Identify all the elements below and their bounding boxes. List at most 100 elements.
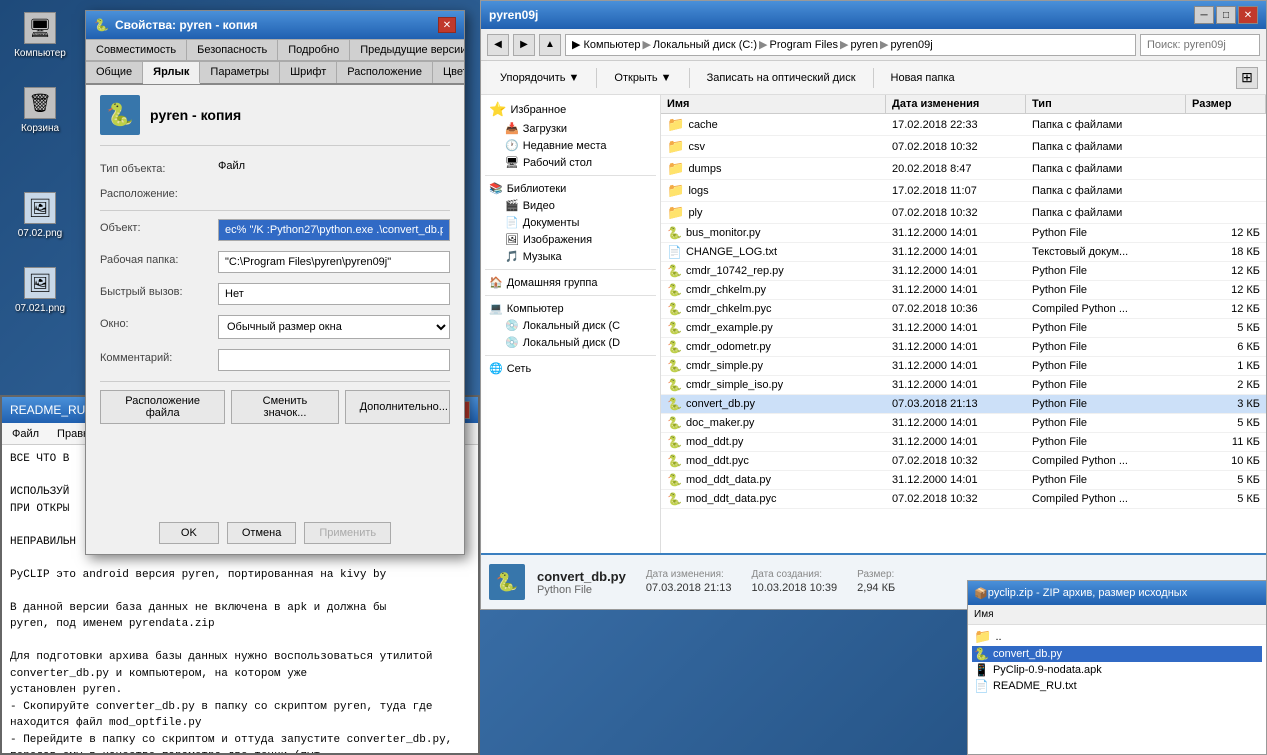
col-date[interactable]: Дата изменения [886,95,1026,113]
file-cell-name-19: 🐍 mod_ddt_data.pyc [661,490,886,508]
tree-item-desktop[interactable]: 🖥 Рабочий стол [501,154,656,171]
zip-row-0[interactable]: 📁 .. [972,627,1262,646]
tree-item-downloads[interactable]: 📥 Загрузки [501,120,656,137]
tree-item-homegroup[interactable]: 🏠 Домашняя группа [485,274,656,291]
window-select[interactable]: Обычный размер окна [218,315,450,339]
file-row-5[interactable]: 🐍 bus_monitor.py 31.12.2000 14:01 Python… [661,224,1266,243]
fm-search-input[interactable] [1140,34,1260,56]
file-row-16[interactable]: 🐍 mod_ddt.py 31.12.2000 14:01 Python Fil… [661,433,1266,452]
change-icon-button[interactable]: Сменить значок... [231,390,338,424]
advanced-button[interactable]: Дополнительно... [345,390,450,424]
col-size[interactable]: Размер [1186,95,1266,113]
tree-item-drive-d[interactable]: 💿 Локальный диск (D [501,334,656,351]
ok-button[interactable]: OK [159,522,219,544]
tab-compatibility[interactable]: Совместимость [86,39,187,60]
tab-font[interactable]: Шрифт [280,61,337,83]
file-cell-date-17: 07.02.2018 10:32 [886,452,1026,470]
dialog-close-button[interactable]: ✕ [438,17,456,33]
file-row-13[interactable]: 🐍 cmdr_simple_iso.py 31.12.2000 14:01 Py… [661,376,1266,395]
tab-params[interactable]: Параметры [200,61,280,83]
desktop-icons: 🖥 Компьютер 🗑 Корзина 🖼 07.02.png 🖼 07.0… [0,0,80,326]
file-row-11[interactable]: 🐍 cmdr_odometr.py 31.12.2000 14:01 Pytho… [661,338,1266,357]
file-row-4[interactable]: 📁 ply 07.02.2018 10:32 Папка с файлами [661,202,1266,224]
file-row-10[interactable]: 🐍 cmdr_example.py 31.12.2000 14:01 Pytho… [661,319,1266,338]
file-row-12[interactable]: 🐍 cmdr_simple.py 31.12.2000 14:01 Python… [661,357,1266,376]
fm-minimize-button[interactable]: ─ [1194,6,1214,24]
file-row-3[interactable]: 📁 logs 17.02.2018 11:07 Папка с файлами [661,180,1266,202]
file-row-17[interactable]: 🐍 mod_ddt.pyc 07.02.2018 10:32 Compiled … [661,452,1266,471]
file-row-2[interactable]: 📁 dumps 20.02.2018 8:47 Папка с файлами [661,158,1266,180]
tab-security[interactable]: Безопасность [187,39,278,60]
file-cell-type-1: Папка с файлами [1026,136,1186,157]
desktop-icon-computer[interactable]: 🖥 Компьютер [8,8,72,63]
tree-item-recent[interactable]: 🕐 Недавние места [501,137,656,154]
type-label: Тип объекта: [100,160,210,175]
file-row-1[interactable]: 📁 csv 07.02.2018 10:32 Папка с файлами [661,136,1266,158]
fm-open-button[interactable]: Открыть ▼ [603,65,682,91]
file-cell-name-2: 📁 dumps [661,158,886,179]
col-type[interactable]: Тип [1026,95,1186,113]
tree-item-my-computer[interactable]: 💻 Компьютер [485,300,656,317]
tree-item-network[interactable]: 🌐 Сеть [485,360,656,377]
workdir-input[interactable] [218,251,450,273]
file-cell-name-12: 🐍 cmdr_simple.py [661,357,886,375]
file-cell-type-10: Python File [1026,319,1186,337]
file-row-14[interactable]: 🐍 convert_db.py 07.03.2018 21:13 Python … [661,395,1266,414]
file-row-18[interactable]: 🐍 mod_ddt_data.py 31.12.2000 14:01 Pytho… [661,471,1266,490]
tab-prev-versions[interactable]: Предыдущие версии [350,39,464,60]
file-row-15[interactable]: 🐍 doc_maker.py 31.12.2000 14:01 Python F… [661,414,1266,433]
file-cell-date-15: 31.12.2000 14:01 [886,414,1026,432]
file-row-9[interactable]: 🐍 cmdr_chkelm.pyc 07.02.2018 10:36 Compi… [661,300,1266,319]
file-row-6[interactable]: 📄 CHANGE_LOG.txt 31.12.2000 14:01 Тексто… [661,243,1266,262]
object-input[interactable] [218,219,450,241]
zip-row-2[interactable]: 📱 PyClip-0.9-nodata.apk [972,662,1262,678]
fm-close-button[interactable]: ✕ [1238,6,1258,24]
file-row-19[interactable]: 🐍 mod_ddt_data.pyc 07.02.2018 10:32 Comp… [661,490,1266,509]
fm-organize-button[interactable]: Упорядочить ▼ [489,65,590,91]
tree-item-docs[interactable]: 📄 Документы [501,214,656,231]
tree-item-music[interactable]: 🎵 Музыка [501,248,656,265]
readme-menu-file[interactable]: Файл [8,427,43,441]
tab-details[interactable]: Подробно [278,39,350,60]
dialog-file-name: pyren - копия [150,107,241,123]
zip-row-3[interactable]: 📄 README_RU.txt [972,678,1262,694]
tree-item-libraries[interactable]: 📚 Библиотеки [485,180,656,197]
fm-new-folder-button[interactable]: Новая папка [880,65,966,91]
file-cell-size-13: 2 КБ [1186,376,1266,394]
comment-input[interactable] [218,349,450,371]
fm-maximize-button[interactable]: □ [1216,6,1236,24]
tab-location[interactable]: Расположение [337,61,433,83]
form-row-comment: Комментарий: [100,349,450,371]
file-cell-size-10: 5 КБ [1186,319,1266,337]
file-cell-name-11: 🐍 cmdr_odometr.py [661,338,886,356]
fm-back-button[interactable]: ◀ [487,34,509,56]
fm-up-button[interactable]: ▲ [539,34,561,56]
tree-item-images[interactable]: 🖼 Изображения [501,231,656,248]
location-file-button[interactable]: Расположение файла [100,390,225,424]
cancel-button[interactable]: Отмена [227,522,296,544]
hotkey-input[interactable] [218,283,450,305]
file-row-0[interactable]: 📁 cache 17.02.2018 22:33 Папка с файлами [661,114,1266,136]
zip-row-1[interactable]: 🐍 convert_db.py [972,646,1262,662]
tab-shortcut[interactable]: Ярлык [143,61,200,84]
desktop-icon-png2[interactable]: 🖼 07.021.png [8,263,72,318]
tab-colors[interactable]: Цвета [433,61,464,83]
fm-title-bar: pyren09j ─ □ ✕ [481,1,1266,29]
fm-burn-button[interactable]: Записать на оптический диск [696,65,867,91]
file-row-7[interactable]: 🐍 cmdr_10742_rep.py 31.12.2000 14:01 Pyt… [661,262,1266,281]
tab-general[interactable]: Общие [86,61,143,83]
tree-item-favorites[interactable]: ⭐ Избранное [485,99,656,120]
apply-button[interactable]: Применить [304,522,391,544]
desktop-icon-png1[interactable]: 🖼 07.02.png [8,188,72,243]
desktop-icon-trash[interactable]: 🗑 Корзина [8,83,72,138]
status-file-icon: 🐍 [489,564,525,600]
fm-view-button[interactable]: ⊞ [1236,67,1258,89]
col-name[interactable]: Имя [661,95,886,113]
window-label: Окно: [100,315,210,330]
tree-item-video[interactable]: 🎬 Видео [501,197,656,214]
fm-path-bar[interactable]: ▶ Компьютер ▶ Локальный диск (C:) ▶ Prog… [565,34,1136,56]
tree-item-drive-c[interactable]: 💿 Локальный диск (C [501,317,656,334]
file-row-8[interactable]: 🐍 cmdr_chkelm.py 31.12.2000 14:01 Python… [661,281,1266,300]
zip-file-name-3: README_RU.txt [993,680,1077,692]
fm-forward-button[interactable]: ▶ [513,34,535,56]
